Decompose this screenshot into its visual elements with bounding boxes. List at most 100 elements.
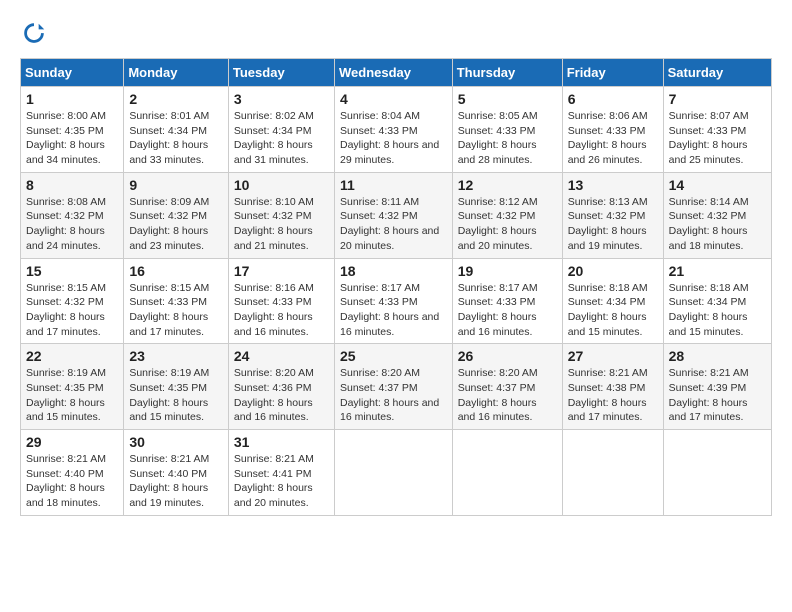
day-number: 13	[568, 177, 658, 193]
calendar-cell: 19 Sunrise: 8:17 AM Sunset: 4:33 PM Dayl…	[452, 258, 562, 344]
day-number: 19	[458, 263, 557, 279]
calendar-cell: 8 Sunrise: 8:08 AM Sunset: 4:32 PM Dayli…	[21, 172, 124, 258]
day-info: Sunrise: 8:02 AM Sunset: 4:34 PM Dayligh…	[234, 109, 329, 168]
day-number: 6	[568, 91, 658, 107]
calendar-cell: 13 Sunrise: 8:13 AM Sunset: 4:32 PM Dayl…	[562, 172, 663, 258]
day-info: Sunrise: 8:21 AM Sunset: 4:38 PM Dayligh…	[568, 366, 658, 425]
calendar-cell: 5 Sunrise: 8:05 AM Sunset: 4:33 PM Dayli…	[452, 87, 562, 173]
calendar-cell: 23 Sunrise: 8:19 AM Sunset: 4:35 PM Dayl…	[124, 344, 229, 430]
day-info: Sunrise: 8:15 AM Sunset: 4:32 PM Dayligh…	[26, 281, 118, 340]
day-number: 7	[669, 91, 766, 107]
day-number: 26	[458, 348, 557, 364]
day-header-sunday: Sunday	[21, 59, 124, 87]
calendar-cell: 17 Sunrise: 8:16 AM Sunset: 4:33 PM Dayl…	[228, 258, 334, 344]
calendar-cell: 9 Sunrise: 8:09 AM Sunset: 4:32 PM Dayli…	[124, 172, 229, 258]
day-info: Sunrise: 8:20 AM Sunset: 4:37 PM Dayligh…	[458, 366, 557, 425]
day-number: 11	[340, 177, 447, 193]
day-info: Sunrise: 8:00 AM Sunset: 4:35 PM Dayligh…	[26, 109, 118, 168]
header-row: SundayMondayTuesdayWednesdayThursdayFrid…	[21, 59, 772, 87]
day-info: Sunrise: 8:17 AM Sunset: 4:33 PM Dayligh…	[458, 281, 557, 340]
day-number: 30	[129, 434, 223, 450]
calendar-week-3: 22 Sunrise: 8:19 AM Sunset: 4:35 PM Dayl…	[21, 344, 772, 430]
day-info: Sunrise: 8:18 AM Sunset: 4:34 PM Dayligh…	[669, 281, 766, 340]
day-header-wednesday: Wednesday	[334, 59, 452, 87]
day-header-saturday: Saturday	[663, 59, 771, 87]
day-number: 9	[129, 177, 223, 193]
calendar-cell: 31 Sunrise: 8:21 AM Sunset: 4:41 PM Dayl…	[228, 430, 334, 516]
day-number: 4	[340, 91, 447, 107]
day-number: 16	[129, 263, 223, 279]
calendar-cell: 11 Sunrise: 8:11 AM Sunset: 4:32 PM Dayl…	[334, 172, 452, 258]
calendar-cell: 1 Sunrise: 8:00 AM Sunset: 4:35 PM Dayli…	[21, 87, 124, 173]
day-number: 5	[458, 91, 557, 107]
calendar-cell: 28 Sunrise: 8:21 AM Sunset: 4:39 PM Dayl…	[663, 344, 771, 430]
day-info: Sunrise: 8:11 AM Sunset: 4:32 PM Dayligh…	[340, 195, 447, 254]
day-info: Sunrise: 8:19 AM Sunset: 4:35 PM Dayligh…	[26, 366, 118, 425]
day-number: 10	[234, 177, 329, 193]
calendar-week-0: 1 Sunrise: 8:00 AM Sunset: 4:35 PM Dayli…	[21, 87, 772, 173]
day-info: Sunrise: 8:15 AM Sunset: 4:33 PM Dayligh…	[129, 281, 223, 340]
calendar-cell: 2 Sunrise: 8:01 AM Sunset: 4:34 PM Dayli…	[124, 87, 229, 173]
logo-icon	[20, 20, 48, 48]
calendar-cell: 29 Sunrise: 8:21 AM Sunset: 4:40 PM Dayl…	[21, 430, 124, 516]
calendar-cell: 30 Sunrise: 8:21 AM Sunset: 4:40 PM Dayl…	[124, 430, 229, 516]
day-info: Sunrise: 8:21 AM Sunset: 4:39 PM Dayligh…	[669, 366, 766, 425]
day-info: Sunrise: 8:08 AM Sunset: 4:32 PM Dayligh…	[26, 195, 118, 254]
day-info: Sunrise: 8:05 AM Sunset: 4:33 PM Dayligh…	[458, 109, 557, 168]
day-number: 14	[669, 177, 766, 193]
day-number: 8	[26, 177, 118, 193]
calendar-cell	[452, 430, 562, 516]
day-header-tuesday: Tuesday	[228, 59, 334, 87]
day-number: 31	[234, 434, 329, 450]
calendar-cell: 6 Sunrise: 8:06 AM Sunset: 4:33 PM Dayli…	[562, 87, 663, 173]
day-number: 12	[458, 177, 557, 193]
day-info: Sunrise: 8:21 AM Sunset: 4:40 PM Dayligh…	[129, 452, 223, 511]
day-info: Sunrise: 8:18 AM Sunset: 4:34 PM Dayligh…	[568, 281, 658, 340]
day-number: 17	[234, 263, 329, 279]
day-info: Sunrise: 8:09 AM Sunset: 4:32 PM Dayligh…	[129, 195, 223, 254]
day-number: 21	[669, 263, 766, 279]
calendar-week-4: 29 Sunrise: 8:21 AM Sunset: 4:40 PM Dayl…	[21, 430, 772, 516]
calendar-cell: 25 Sunrise: 8:20 AM Sunset: 4:37 PM Dayl…	[334, 344, 452, 430]
day-number: 24	[234, 348, 329, 364]
day-info: Sunrise: 8:06 AM Sunset: 4:33 PM Dayligh…	[568, 109, 658, 168]
calendar-cell	[334, 430, 452, 516]
calendar-cell: 12 Sunrise: 8:12 AM Sunset: 4:32 PM Dayl…	[452, 172, 562, 258]
day-number: 23	[129, 348, 223, 364]
calendar-cell: 24 Sunrise: 8:20 AM Sunset: 4:36 PM Dayl…	[228, 344, 334, 430]
calendar-cell: 15 Sunrise: 8:15 AM Sunset: 4:32 PM Dayl…	[21, 258, 124, 344]
day-number: 18	[340, 263, 447, 279]
day-info: Sunrise: 8:13 AM Sunset: 4:32 PM Dayligh…	[568, 195, 658, 254]
day-info: Sunrise: 8:10 AM Sunset: 4:32 PM Dayligh…	[234, 195, 329, 254]
calendar-cell: 22 Sunrise: 8:19 AM Sunset: 4:35 PM Dayl…	[21, 344, 124, 430]
day-info: Sunrise: 8:01 AM Sunset: 4:34 PM Dayligh…	[129, 109, 223, 168]
calendar-cell: 14 Sunrise: 8:14 AM Sunset: 4:32 PM Dayl…	[663, 172, 771, 258]
calendar-week-2: 15 Sunrise: 8:15 AM Sunset: 4:32 PM Dayl…	[21, 258, 772, 344]
calendar-cell: 27 Sunrise: 8:21 AM Sunset: 4:38 PM Dayl…	[562, 344, 663, 430]
calendar-cell: 7 Sunrise: 8:07 AM Sunset: 4:33 PM Dayli…	[663, 87, 771, 173]
calendar-cell: 3 Sunrise: 8:02 AM Sunset: 4:34 PM Dayli…	[228, 87, 334, 173]
calendar-cell: 18 Sunrise: 8:17 AM Sunset: 4:33 PM Dayl…	[334, 258, 452, 344]
day-number: 20	[568, 263, 658, 279]
day-info: Sunrise: 8:14 AM Sunset: 4:32 PM Dayligh…	[669, 195, 766, 254]
day-info: Sunrise: 8:17 AM Sunset: 4:33 PM Dayligh…	[340, 281, 447, 340]
calendar-table: SundayMondayTuesdayWednesdayThursdayFrid…	[20, 58, 772, 516]
page-header	[20, 20, 772, 48]
day-number: 22	[26, 348, 118, 364]
day-number: 25	[340, 348, 447, 364]
calendar-cell: 21 Sunrise: 8:18 AM Sunset: 4:34 PM Dayl…	[663, 258, 771, 344]
calendar-cell: 10 Sunrise: 8:10 AM Sunset: 4:32 PM Dayl…	[228, 172, 334, 258]
day-info: Sunrise: 8:20 AM Sunset: 4:36 PM Dayligh…	[234, 366, 329, 425]
day-number: 1	[26, 91, 118, 107]
day-header-monday: Monday	[124, 59, 229, 87]
day-header-thursday: Thursday	[452, 59, 562, 87]
day-info: Sunrise: 8:19 AM Sunset: 4:35 PM Dayligh…	[129, 366, 223, 425]
day-number: 2	[129, 91, 223, 107]
day-number: 15	[26, 263, 118, 279]
day-info: Sunrise: 8:07 AM Sunset: 4:33 PM Dayligh…	[669, 109, 766, 168]
day-info: Sunrise: 8:20 AM Sunset: 4:37 PM Dayligh…	[340, 366, 447, 425]
calendar-cell	[562, 430, 663, 516]
calendar-cell: 20 Sunrise: 8:18 AM Sunset: 4:34 PM Dayl…	[562, 258, 663, 344]
calendar-cell: 26 Sunrise: 8:20 AM Sunset: 4:37 PM Dayl…	[452, 344, 562, 430]
day-header-friday: Friday	[562, 59, 663, 87]
